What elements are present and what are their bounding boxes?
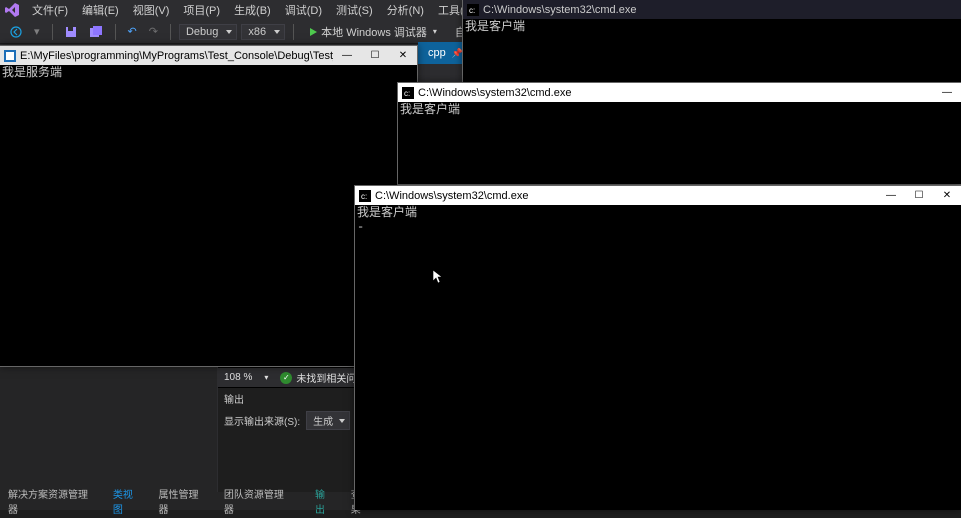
titlebar[interactable]: c: C:\Windows\system32\cmd.exe — ☐ ✕ [355, 186, 961, 205]
minimize-button[interactable]: — [933, 83, 961, 102]
maximize-button[interactable]: ☐ [905, 186, 933, 205]
titlebar[interactable]: E:\MyFiles\programming\MyPrograms\Test_C… [0, 46, 417, 65]
window-title: C:\Windows\system32\cmd.exe [483, 4, 961, 16]
toolbar-separator [170, 24, 171, 40]
save-button[interactable] [61, 24, 81, 40]
window-title: C:\Windows\system32\cmd.exe [418, 87, 933, 99]
cmd-icon: c: [402, 87, 414, 99]
tab-property-manager[interactable]: 属性管理器 [151, 484, 216, 518]
tab-team-explorer[interactable]: 团队资源管理器 [216, 484, 301, 518]
svg-text:c:: c: [361, 192, 367, 201]
cmd-icon: c: [359, 190, 371, 202]
cmd-icon: c: [467, 4, 479, 16]
menu-view[interactable]: 视图(V) [127, 0, 176, 20]
menu-debug[interactable]: 调试(D) [279, 0, 328, 20]
minimize-button[interactable]: — [877, 186, 905, 205]
titlebar[interactable]: c: C:\Windows\system32\cmd.exe — [398, 83, 961, 102]
vs-logo-icon [4, 2, 20, 18]
titlebar[interactable]: c: C:\Windows\system32\cmd.exe [463, 0, 961, 19]
window-title: E:\MyFiles\programming\MyPrograms\Test_C… [20, 50, 333, 62]
console-output[interactable]: 我是客户端 [398, 102, 961, 184]
toolbar-separator [293, 24, 294, 40]
minimize-button[interactable]: — [333, 46, 361, 65]
toolbar-separator [115, 24, 116, 40]
side-panel [0, 367, 217, 494]
output-source-label: 显示输出来源(S): [224, 413, 300, 428]
console-output[interactable]: 我是客户端 [463, 19, 961, 83]
cmd-window-1[interactable]: c: C:\Windows\system32\cmd.exe 我是客户端 [462, 0, 961, 84]
app-exe-icon [4, 50, 16, 62]
output-source-select[interactable]: 生成 [306, 411, 350, 430]
maximize-button[interactable]: ☐ [361, 46, 389, 65]
redo-button[interactable]: ↷ [145, 23, 162, 40]
window-title: C:\Windows\system32\cmd.exe [375, 190, 877, 202]
play-icon [310, 28, 317, 36]
platform-dropdown[interactable]: x86 [241, 24, 285, 40]
run-debugger-button[interactable]: 本地 Windows 调试器 ▾ [302, 22, 445, 42]
menu-test[interactable]: 测试(S) [330, 0, 379, 20]
config-dropdown[interactable]: Debug [179, 24, 237, 40]
status-ok-icon: ✓ [280, 372, 292, 384]
cmd-window-3[interactable]: c: C:\Windows\system32\cmd.exe — ☐ ✕ 我是客… [354, 185, 961, 510]
nav-back-button[interactable] [6, 24, 26, 40]
close-button[interactable]: ✕ [933, 186, 961, 205]
toolbar-separator [52, 24, 53, 40]
tab-label: cpp [428, 47, 446, 59]
menu-edit[interactable]: 编辑(E) [76, 0, 125, 20]
run-label: 本地 Windows 调试器 [321, 24, 427, 40]
tab-class-view[interactable]: 类视图 [105, 484, 151, 518]
menu-build[interactable]: 生成(B) [228, 0, 277, 20]
tab-output[interactable]: 输出 [307, 484, 343, 518]
undo-button[interactable]: ↶ [124, 23, 141, 40]
nav-fwd-button[interactable]: ▾ [30, 23, 44, 40]
menu-file[interactable]: 文件(F) [26, 0, 74, 20]
tab-solution-explorer[interactable]: 解决方案资源管理器 [0, 484, 105, 518]
close-button[interactable]: ✕ [389, 46, 417, 65]
zoom-level[interactable]: 108 % [224, 372, 252, 383]
save-all-button[interactable] [85, 24, 107, 40]
svg-text:c:: c: [404, 89, 410, 98]
cmd-window-2[interactable]: c: C:\Windows\system32\cmd.exe — 我是客户端 [397, 82, 961, 185]
menu-project[interactable]: 项目(P) [177, 0, 226, 20]
svg-text:c:: c: [469, 6, 475, 15]
menu-analyze[interactable]: 分析(N) [381, 0, 430, 20]
console-output[interactable]: 我是客户端 - [355, 205, 961, 510]
